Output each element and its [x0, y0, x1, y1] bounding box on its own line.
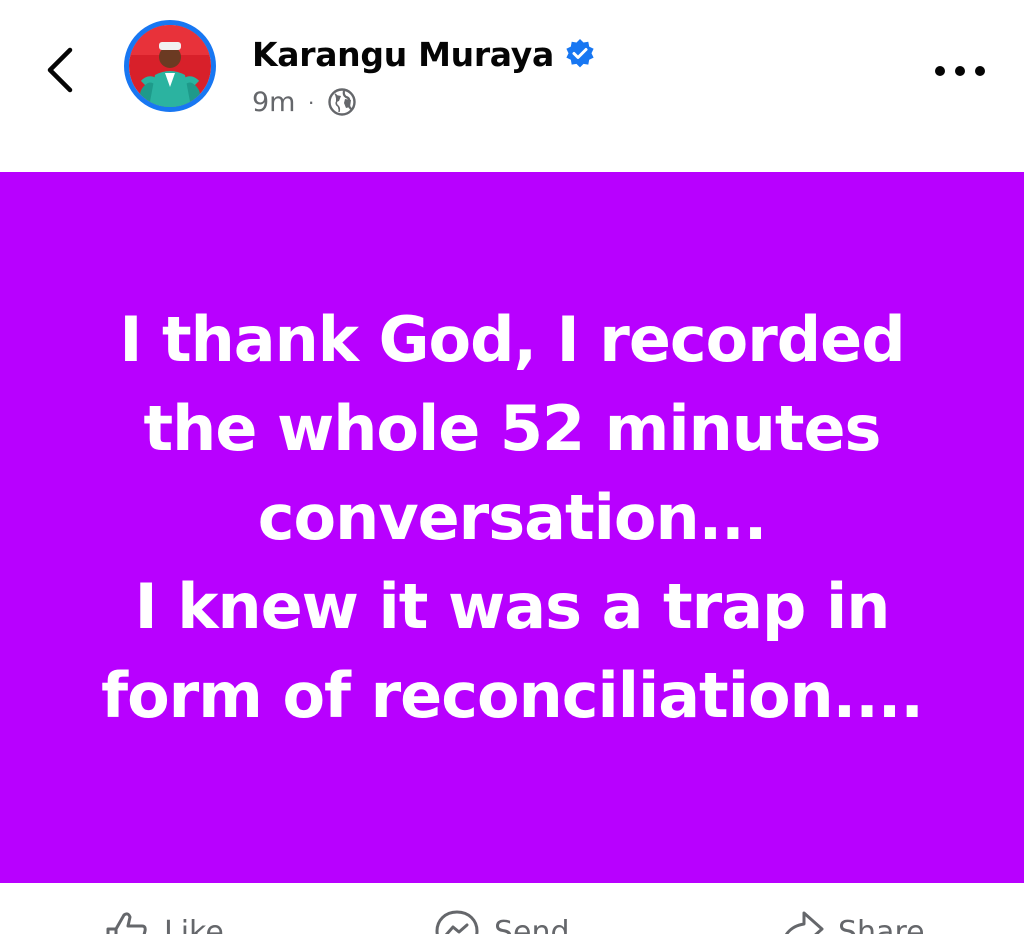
- post-header: Karangu Muraya 9m ·: [0, 0, 1024, 172]
- send-button[interactable]: Send: [434, 909, 570, 934]
- like-button[interactable]: Like: [104, 909, 224, 934]
- text-post-card[interactable]: I thank God, I recorded the whole 52 min…: [0, 172, 1024, 883]
- post-text-line: form of reconciliation....: [101, 659, 924, 732]
- like-label: Like: [164, 914, 224, 934]
- post-meta: 9m ·: [252, 82, 357, 122]
- send-label: Send: [494, 914, 570, 934]
- verified-badge-icon: [566, 39, 594, 68]
- post-text-line: I knew it was a trap in: [134, 570, 891, 643]
- avatar[interactable]: [124, 20, 216, 112]
- author-row: Karangu Muraya: [252, 30, 596, 78]
- share-label: Share: [838, 914, 925, 934]
- post-page: Karangu Muraya 9m · I thank God, I recor…: [0, 0, 1024, 934]
- globe-icon[interactable]: [327, 87, 357, 117]
- back-button[interactable]: [38, 44, 86, 96]
- more-options-button[interactable]: [930, 54, 990, 88]
- author-name[interactable]: Karangu Muraya: [252, 35, 554, 74]
- share-button[interactable]: Share: [778, 909, 925, 934]
- messenger-icon: [435, 910, 479, 934]
- post-text-line: the whole 52 minutes: [143, 392, 882, 465]
- post-actions-bar: Like Send Share: [0, 883, 1024, 934]
- avatar-image: [129, 25, 211, 107]
- post-text: I thank God, I recorded the whole 52 min…: [62, 295, 962, 740]
- share-arrow-icon: [784, 911, 824, 934]
- more-dots-icon: [935, 66, 985, 76]
- post-text-line: I thank God, I recorded: [119, 303, 905, 376]
- meta-separator: ·: [307, 89, 315, 114]
- thumbs-up-icon: [106, 912, 147, 934]
- post-text-line: conversation...: [257, 481, 768, 554]
- post-time[interactable]: 9m: [252, 87, 295, 118]
- chevron-left-icon: [47, 47, 73, 93]
